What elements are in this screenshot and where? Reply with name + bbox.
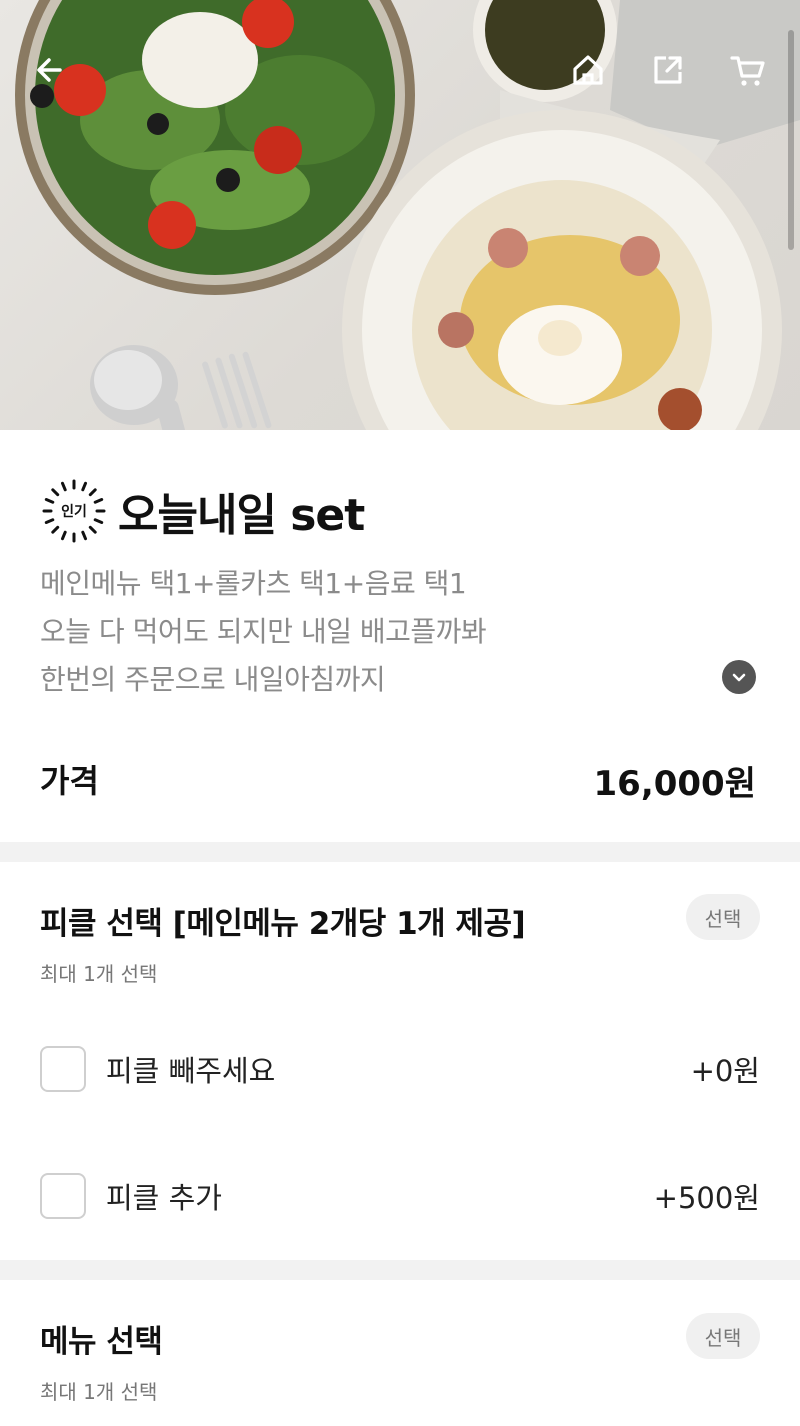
scrollbar[interactable] bbox=[788, 30, 794, 250]
price-label: 가격 bbox=[40, 762, 99, 800]
description-line: 메인메뉴 택1+롤카츠 택1+음료 택1 bbox=[40, 567, 467, 600]
option-price: +0원 bbox=[690, 1054, 760, 1088]
top-navigation-bar bbox=[0, 0, 800, 140]
badge-label: 인기 bbox=[61, 504, 87, 520]
checkbox[interactable] bbox=[40, 1046, 86, 1092]
select-chip: 선택 bbox=[686, 894, 760, 940]
cart-icon bbox=[730, 56, 765, 86]
section-divider bbox=[0, 1260, 800, 1280]
select-chip: 선택 bbox=[686, 1313, 760, 1359]
product-description: 메인메뉴 택1+롤카츠 택1+음료 택1 오늘 다 먹어도 되지만 내일 배고플… bbox=[40, 560, 720, 704]
product-hero-image bbox=[0, 0, 800, 430]
option-row-no-pickle[interactable]: 피클 빼주세요 +0원 bbox=[40, 1044, 760, 1094]
section-title: 메뉴 선택 bbox=[40, 1324, 163, 1360]
back-arrow-icon bbox=[37, 58, 62, 82]
product-info: 인기 오늘내일 set 메인메뉴 택1+롤카츠 택1+음료 택1 오늘 다 먹어… bbox=[0, 430, 800, 842]
share-button[interactable] bbox=[646, 48, 690, 92]
pickle-option-section: 피클 선택 [메인메뉴 2개당 1개 제공] 선택 최대 1개 선택 피클 빼주… bbox=[0, 862, 800, 1260]
description-line: 오늘 다 먹어도 되지만 내일 배고플까봐 bbox=[40, 615, 487, 648]
checkbox[interactable] bbox=[40, 1173, 86, 1219]
section-subtitle: 최대 1개 선택 bbox=[40, 962, 158, 986]
home-icon bbox=[573, 55, 603, 85]
option-label: 피클 추가 bbox=[106, 1181, 222, 1215]
title-row: 인기 오늘내일 set bbox=[40, 476, 365, 546]
popular-badge: 인기 bbox=[40, 477, 108, 545]
section-subtitle: 최대 1개 선택 bbox=[40, 1380, 158, 1404]
cart-button[interactable] bbox=[726, 48, 770, 92]
option-label: 피클 빼주세요 bbox=[106, 1054, 276, 1088]
home-button[interactable] bbox=[566, 48, 610, 92]
section-divider bbox=[0, 842, 800, 862]
expand-description-button[interactable] bbox=[722, 660, 756, 694]
share-icon bbox=[654, 56, 682, 84]
price-value: 16,000원 bbox=[593, 764, 756, 804]
back-button[interactable] bbox=[28, 48, 72, 92]
menu-option-section: 메뉴 선택 선택 최대 1개 선택 bbox=[0, 1280, 800, 1426]
product-title: 오늘내일 set bbox=[118, 490, 365, 541]
option-row-add-pickle[interactable]: 피클 추가 +500원 bbox=[40, 1171, 760, 1221]
chevron-down-icon bbox=[732, 673, 746, 682]
option-price: +500원 bbox=[653, 1181, 760, 1215]
section-title: 피클 선택 [메인메뉴 2개당 1개 제공] bbox=[40, 906, 526, 942]
description-line: 한번의 주문으로 내일아침까지 bbox=[40, 663, 386, 696]
